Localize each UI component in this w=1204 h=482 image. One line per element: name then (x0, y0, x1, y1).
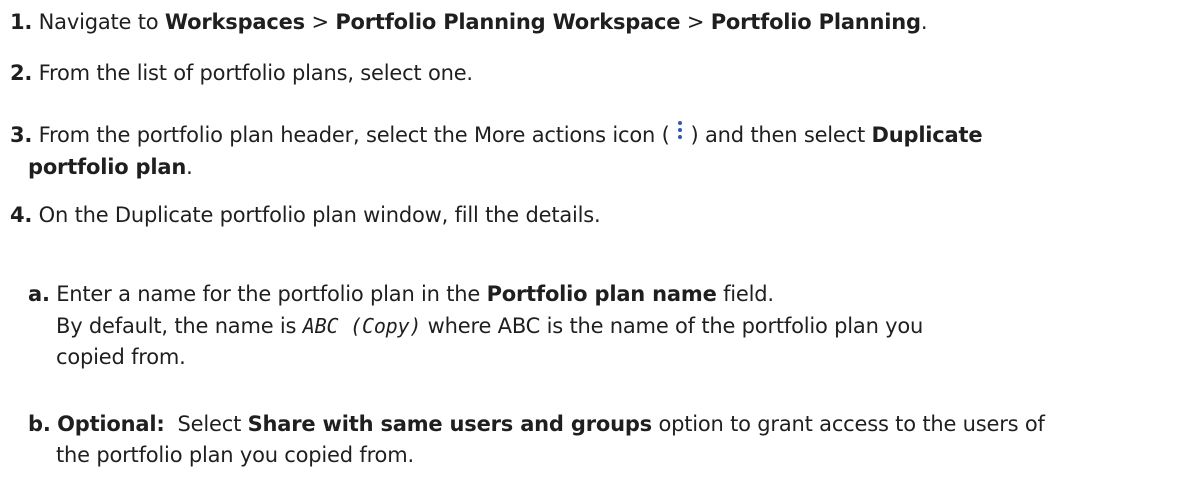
substep-text: Select (164, 412, 248, 436)
step-4: 4. On the Duplicate portfolio plan windo… (10, 203, 601, 227)
substep-a-line2: By default, the name is ABC (Copy) where… (56, 314, 923, 338)
substep-text: copied from. (56, 345, 186, 369)
substep-text: Enter a name for the portfolio plan in t… (49, 282, 487, 306)
default-name-code: ABC (Copy) (302, 314, 422, 338)
step-text: . (920, 10, 928, 34)
step-3: 3. From the portfolio plan header, selec… (10, 121, 983, 147)
substep-b: b. Optional: Select Share with same user… (28, 412, 1045, 436)
substep-text: option to grant access to the users of (651, 412, 1045, 436)
step-text: . (186, 155, 193, 179)
substep-b-line2: the portfolio plan you copied from. (56, 443, 414, 467)
step-text: On the Duplicate portfolio plan window, … (32, 203, 601, 227)
substep-text: the portfolio plan you copied from. (56, 443, 414, 467)
share-option-label: Share with same users and groups (247, 412, 653, 436)
separator: > (304, 10, 336, 34)
step-number: 3. (10, 123, 33, 147)
separator: > (680, 10, 711, 34)
step-text: From the portfolio plan header, select t… (32, 123, 677, 147)
step-text: ) and then select (684, 123, 872, 147)
duplicate-label: Duplicate (871, 123, 983, 147)
step-number: 2. (10, 61, 33, 85)
step-1: 1. Navigate to Workspaces > Portfolio Pl… (10, 10, 928, 34)
substep-letter: b. (28, 412, 51, 436)
duplicate-label-cont: portfolio plan (28, 155, 187, 179)
substep-a-line3: copied from. (56, 345, 186, 369)
step-number: 4. (10, 203, 33, 227)
step-number: 1. (10, 10, 33, 34)
optional-label: Optional: (57, 412, 165, 436)
step-text: From the list of portfolio plans, select… (32, 61, 473, 85)
substep-letter: a. (28, 282, 50, 306)
step-2: 2. From the list of portfolio plans, sel… (10, 61, 473, 85)
substep-text: field. (716, 282, 774, 306)
nav-portfolio-planning: Portfolio Planning (710, 10, 921, 34)
field-name-label: Portfolio plan name (486, 282, 717, 306)
more-actions-icon (676, 121, 684, 145)
step-3-cont: portfolio plan. (28, 155, 193, 179)
substep-text: By default, the name is (56, 314, 303, 338)
step-text: Navigate to (32, 10, 165, 34)
nav-workspaces: Workspaces (164, 10, 305, 34)
substep-text: where ABC is the name of the portfolio p… (421, 314, 924, 338)
nav-portfolio-planning-workspace: Portfolio Planning Workspace (335, 10, 681, 34)
substep-a: a. Enter a name for the portfolio plan i… (28, 282, 774, 306)
